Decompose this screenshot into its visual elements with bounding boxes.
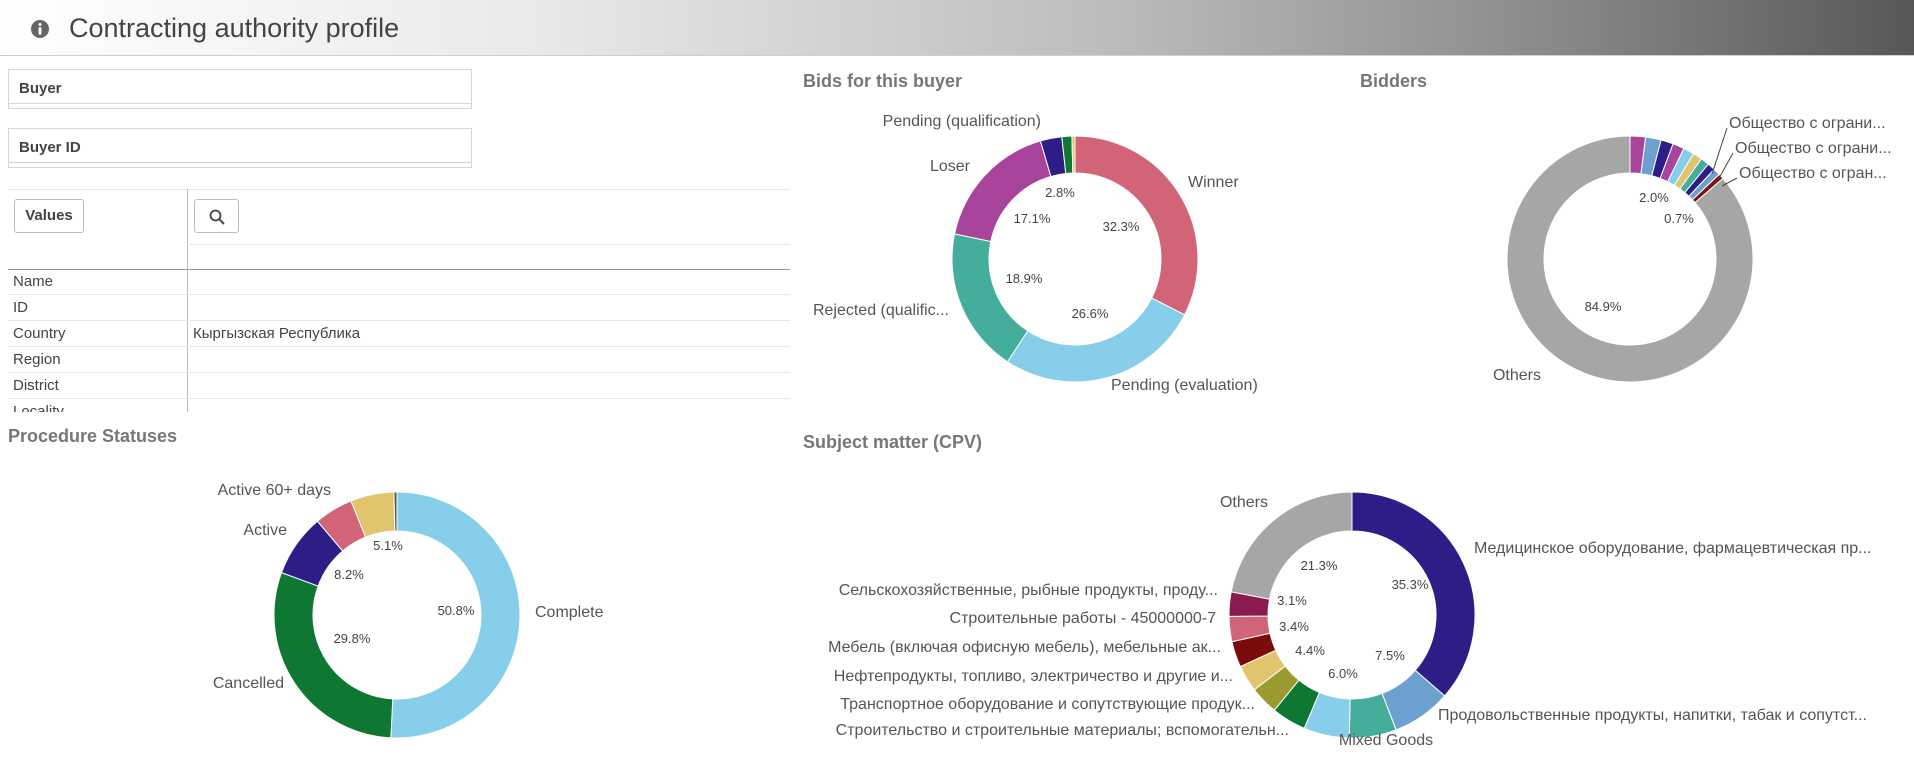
cpv-slice-label: Mixed Goods xyxy=(1339,732,1433,749)
bids-slice-label: Winner xyxy=(1188,174,1239,191)
bids-slice-label: Loser xyxy=(930,158,971,175)
cpv-slice-percent: 21.3% xyxy=(1301,558,1338,573)
bids-slice-percent: 17.1% xyxy=(1014,211,1051,226)
cpv-slice-label: Строительство и строительные материалы; … xyxy=(836,722,1289,739)
cpv-slice-label: Продовольственные продукты, напитки, таб… xyxy=(1438,707,1867,724)
cpv-slice-label: Мебель (включая офисную мебель), мебельн… xyxy=(828,639,1221,656)
procedure-slice-percent: 50.8% xyxy=(438,603,475,618)
procedure-slice[interactable] xyxy=(393,491,398,532)
procedure-slice-label: Complete xyxy=(535,604,604,621)
cpv-slice-label: Others xyxy=(1220,494,1268,511)
bidders-slice-label: Общество с огран... xyxy=(1739,165,1887,182)
cpv-slice-label: Медицинское оборудование, фармацевтическ… xyxy=(1474,540,1872,557)
bidders-slice-label: Others xyxy=(1493,367,1541,384)
bids-slice-label: Pending (evaluation) xyxy=(1111,377,1258,394)
bidders-slice-label: Общество с ограни... xyxy=(1735,140,1892,157)
cpv-slice-label: Транспортное оборудование и сопутствующи… xyxy=(840,696,1255,713)
cpv-slice-label: Сельскохозяйственные, рыбные продукты, п… xyxy=(839,582,1218,599)
bids-slice-percent: 2.8% xyxy=(1045,185,1075,200)
bidders-donut-hole xyxy=(1545,174,1715,344)
procedure-slice-label: Cancelled xyxy=(213,675,284,692)
cpv-slice-percent: 3.1% xyxy=(1277,593,1307,608)
bids-slice-percent: 18.9% xyxy=(1006,271,1043,286)
cpv-slice-percent: 6.0% xyxy=(1328,666,1358,681)
bidders-slice-percent: 84.9% xyxy=(1585,299,1622,314)
procedure-slice-percent: 8.2% xyxy=(334,567,364,582)
procedure-slice-percent: 5.1% xyxy=(373,538,403,553)
procedure-slice-label: Active 60+ days xyxy=(218,482,331,499)
cpv-slice-label: Строительные работы - 45000000-7 xyxy=(950,610,1217,627)
bids-slice-percent: 26.6% xyxy=(1072,306,1109,321)
procedure-slice-percent: 29.8% xyxy=(334,631,371,646)
procedure-slice-label: Active xyxy=(243,522,287,539)
bids-slice-percent: 32.3% xyxy=(1103,219,1140,234)
bidders-slice-label: Общество с ограни... xyxy=(1729,115,1886,132)
bids-slice-label: Pending (qualification) xyxy=(883,113,1041,130)
cpv-slice-percent: 7.5% xyxy=(1375,648,1405,663)
bids-donut-chart[interactable]: Winner 32.3% Pending (evaluation) 26.6% Reje… xyxy=(0,0,1914,779)
cpv-slice-label: Нефтепродукты, топливо, электричество и … xyxy=(834,668,1233,685)
cpv-slice-percent: 3.4% xyxy=(1279,619,1309,634)
bidders-leader-line xyxy=(1717,152,1734,181)
cpv-slice-percent: 35.3% xyxy=(1392,577,1429,592)
bids-slice[interactable] xyxy=(1071,135,1076,174)
bids-slice-label: Rejected (qualific... xyxy=(813,302,949,319)
cpv-slice-percent: 4.4% xyxy=(1295,643,1325,658)
bidders-slice-percent: 0.7% xyxy=(1664,211,1694,226)
bidders-slice-percent: 2.0% xyxy=(1639,190,1669,205)
